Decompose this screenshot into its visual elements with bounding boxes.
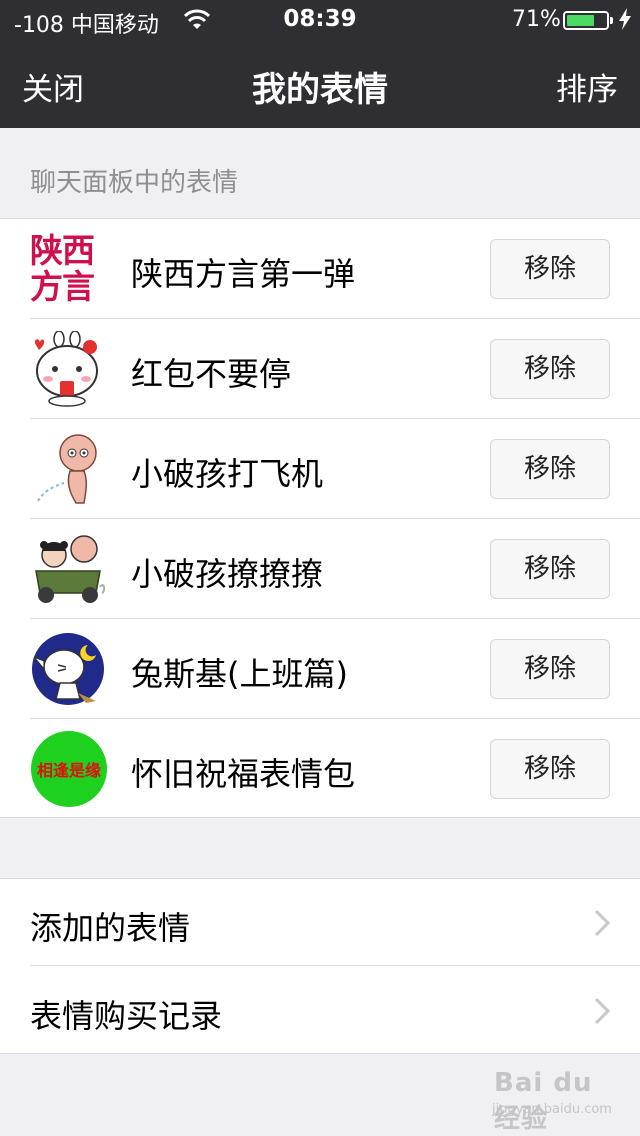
thumb-text: 相逢是缘 (36, 761, 101, 780)
red-packet-bunny-thumb (34, 331, 98, 407)
remove-button[interactable]: 移除 (490, 639, 610, 699)
status-bar: -108 中国移动 08:39 71% (0, 0, 640, 40)
chevron-right-icon (594, 909, 610, 937)
sticker-pack-list: 陕西方言 陕西方言第一弹 移除 红包不要停 移除 小破孩打飞机 移除 小破孩撩撩… (0, 218, 640, 818)
battery-icon (563, 11, 609, 30)
battery-tip (610, 17, 613, 24)
top-bar: -108 中国移动 08:39 71% 关闭 我的表情 排序 (0, 0, 640, 128)
page-title: 我的表情 (252, 70, 388, 110)
green-circle-thumb: 相逢是缘 (31, 731, 107, 807)
list-item[interactable]: 相逢是缘 怀旧祝福表情包 移除 (0, 719, 640, 819)
purchase-history-label: 表情购买记录 (30, 997, 223, 1035)
remove-button[interactable]: 移除 (490, 739, 610, 799)
battery-percent: 71% (512, 7, 561, 32)
kids-motorcycle-thumb (35, 535, 106, 603)
pack-name: 红包不要停 (131, 355, 292, 393)
list-item[interactable]: 兔斯基(上班篇) 移除 (0, 619, 640, 719)
little-kid-thumb (37, 434, 97, 504)
other-settings-list: 添加的表情 表情购买记录 (0, 878, 640, 1054)
list-item[interactable]: 小破孩打飞机 移除 (0, 419, 640, 519)
sort-button[interactable]: 排序 (556, 64, 618, 109)
list-item[interactable]: 陕西方言 陕西方言第一弹 移除 (0, 219, 640, 319)
pack-name: 陕西方言第一弹 (131, 255, 356, 293)
remove-button[interactable]: 移除 (490, 539, 610, 599)
chevron-right-icon (594, 997, 610, 1025)
tuzki-moon-thumb (32, 633, 104, 705)
thumb-text: 陕西方言 (30, 231, 95, 306)
list-item[interactable]: 小破孩撩撩撩 移除 (0, 519, 640, 619)
charging-bolt-icon (619, 8, 631, 30)
added-stickers-label: 添加的表情 (30, 909, 191, 947)
list-item[interactable]: 红包不要停 移除 (0, 319, 640, 419)
pack-name: 兔斯基(上班篇) (131, 655, 348, 693)
remove-button[interactable]: 移除 (490, 339, 610, 399)
battery-level (567, 15, 594, 26)
remove-button[interactable]: 移除 (490, 239, 610, 299)
section-header: 聊天面板中的表情 (30, 168, 239, 198)
baidu-watermark: Bai du 经验 jingyan.baidu.com (488, 1064, 628, 1134)
shaanxi-dialect-thumb: 陕西方言 (30, 231, 108, 307)
added-stickers-item[interactable]: 添加的表情 (0, 879, 640, 966)
purchase-history-item[interactable]: 表情购买记录 (0, 967, 640, 1054)
watermark-sub: jingyan.baidu.com (492, 1102, 612, 1117)
pack-name: 怀旧祝福表情包 (131, 755, 356, 793)
navigation-bar: 关闭 我的表情 排序 (0, 40, 640, 128)
pack-name: 小破孩打飞机 (131, 455, 324, 493)
remove-button[interactable]: 移除 (490, 439, 610, 499)
pack-name: 小破孩撩撩撩 (131, 555, 324, 593)
divider (30, 965, 640, 966)
